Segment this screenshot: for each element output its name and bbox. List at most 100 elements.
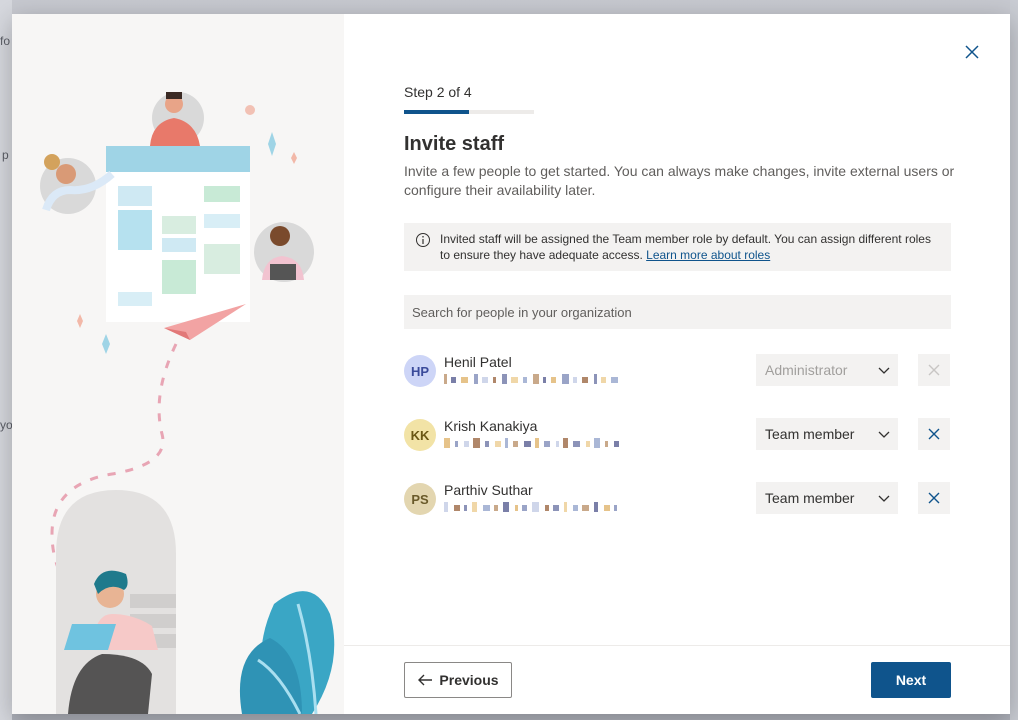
- redaction-pixel: [573, 377, 577, 383]
- redaction-pixel: [461, 377, 468, 383]
- chevron-down-icon: [878, 495, 890, 502]
- person-name: Parthiv Suthar: [444, 482, 533, 498]
- redaction-pixel: [503, 502, 509, 512]
- redaction-pixel: [564, 502, 567, 512]
- previous-button[interactable]: Previous: [404, 662, 512, 698]
- redaction-pixel: [594, 502, 598, 512]
- close-icon: [965, 45, 979, 59]
- close-button[interactable]: [960, 40, 984, 64]
- redaction-pixel: [454, 505, 460, 511]
- next-button-label: Next: [895, 672, 927, 688]
- person-row: HP Henil Patel Administrator: [404, 354, 951, 390]
- next-button[interactable]: Next: [871, 662, 951, 698]
- chevron-down-icon: [878, 431, 890, 438]
- redaction-pixel: [551, 377, 556, 383]
- redaction-pixel: [582, 377, 588, 383]
- redaction-pixel: [494, 505, 498, 511]
- info-icon: [416, 233, 430, 247]
- redacted-email: [444, 502, 624, 512]
- redaction-pixel: [505, 438, 508, 448]
- redaction-pixel: [556, 441, 559, 447]
- person-row: KK Krish Kanakiya Team member: [404, 418, 951, 454]
- step-indicator: Step 2 of 4: [404, 84, 472, 100]
- redaction-pixel: [513, 441, 518, 447]
- background-strip: [0, 0, 12, 720]
- close-icon: [928, 492, 940, 504]
- redaction-pixel: [444, 438, 450, 448]
- redacted-email: [444, 438, 624, 448]
- avatar: PS: [404, 483, 436, 515]
- arrow-left-icon: [418, 674, 433, 686]
- avatar-initials: PS: [411, 491, 429, 507]
- role-dropdown[interactable]: Team member: [756, 418, 898, 450]
- redaction-pixel: [455, 441, 458, 447]
- person-row: PS Parthiv Suthar Team member: [404, 482, 951, 518]
- redaction-pixel: [495, 441, 501, 447]
- redaction-pixel: [553, 505, 559, 511]
- content-panel: Step 2 of 4 Invite staff Invite a few pe…: [344, 14, 1010, 714]
- redaction-pixel: [451, 377, 456, 383]
- role-dropdown[interactable]: Team member: [756, 482, 898, 514]
- redaction-pixel: [611, 377, 618, 383]
- redaction-pixel: [573, 441, 580, 447]
- redaction-pixel: [464, 505, 467, 511]
- redaction-pixel: [533, 374, 539, 384]
- info-banner: Invited staff will be assigned the Team …: [404, 223, 951, 271]
- redaction-pixel: [594, 438, 600, 448]
- redaction-pixel: [545, 505, 549, 511]
- page-subtitle: Invite a few people to get started. You …: [404, 163, 955, 198]
- redaction-pixel: [444, 502, 448, 512]
- role-value: Administrator: [765, 362, 848, 378]
- redaction-pixel: [524, 441, 531, 447]
- background-right-strip: [1010, 0, 1018, 720]
- footer-divider: [344, 645, 1010, 646]
- redaction-pixel: [515, 505, 518, 511]
- close-icon: [928, 364, 940, 376]
- remove-person-button: [918, 354, 950, 386]
- redaction-pixel: [563, 438, 568, 448]
- close-icon: [928, 428, 940, 440]
- redaction-pixel: [604, 505, 610, 511]
- redaction-pixel: [464, 441, 469, 447]
- previous-button-label: Previous: [439, 672, 499, 688]
- redaction-pixel: [582, 505, 589, 511]
- chevron-down-icon: [878, 367, 890, 374]
- person-name: Henil Patel: [444, 354, 512, 370]
- redaction-pixel: [605, 441, 608, 447]
- redaction-pixel: [483, 505, 490, 511]
- avatar: HP: [404, 355, 436, 387]
- remove-person-button[interactable]: [918, 482, 950, 514]
- remove-person-button[interactable]: [918, 418, 950, 450]
- role-value: Team member: [765, 490, 855, 506]
- redacted-email: [444, 374, 624, 384]
- redaction-pixel: [502, 374, 507, 384]
- redaction-pixel: [614, 505, 617, 511]
- redaction-pixel: [532, 502, 539, 512]
- redaction-pixel: [543, 377, 546, 383]
- role-dropdown: Administrator: [756, 354, 898, 386]
- invite-staff-dialog: Step 2 of 4 Invite staff Invite a few pe…: [12, 14, 1010, 714]
- background-text: yo: [0, 418, 13, 432]
- redaction-pixel: [485, 441, 489, 447]
- redaction-pixel: [473, 438, 480, 448]
- redaction-pixel: [523, 377, 527, 383]
- redaction-pixel: [594, 374, 597, 384]
- redaction-pixel: [444, 374, 447, 384]
- people-search-input[interactable]: [404, 295, 951, 329]
- redaction-pixel: [535, 438, 539, 448]
- page-title: Invite staff: [404, 133, 505, 155]
- redaction-pixel: [544, 441, 550, 447]
- redaction-pixel: [511, 377, 518, 383]
- avatar-initials: HP: [410, 363, 430, 379]
- role-value: Team member: [765, 426, 855, 442]
- redaction-pixel: [614, 441, 619, 447]
- redaction-pixel: [472, 502, 477, 512]
- progress-bar: [404, 110, 534, 114]
- avatar: KK: [404, 419, 436, 451]
- background-text: p: [2, 148, 9, 162]
- onboarding-illustration: [40, 92, 335, 714]
- redaction-pixel: [474, 374, 478, 384]
- avatar-initials: KK: [410, 427, 430, 443]
- learn-more-roles-link[interactable]: Learn more about roles: [646, 248, 770, 262]
- redaction-pixel: [601, 377, 606, 383]
